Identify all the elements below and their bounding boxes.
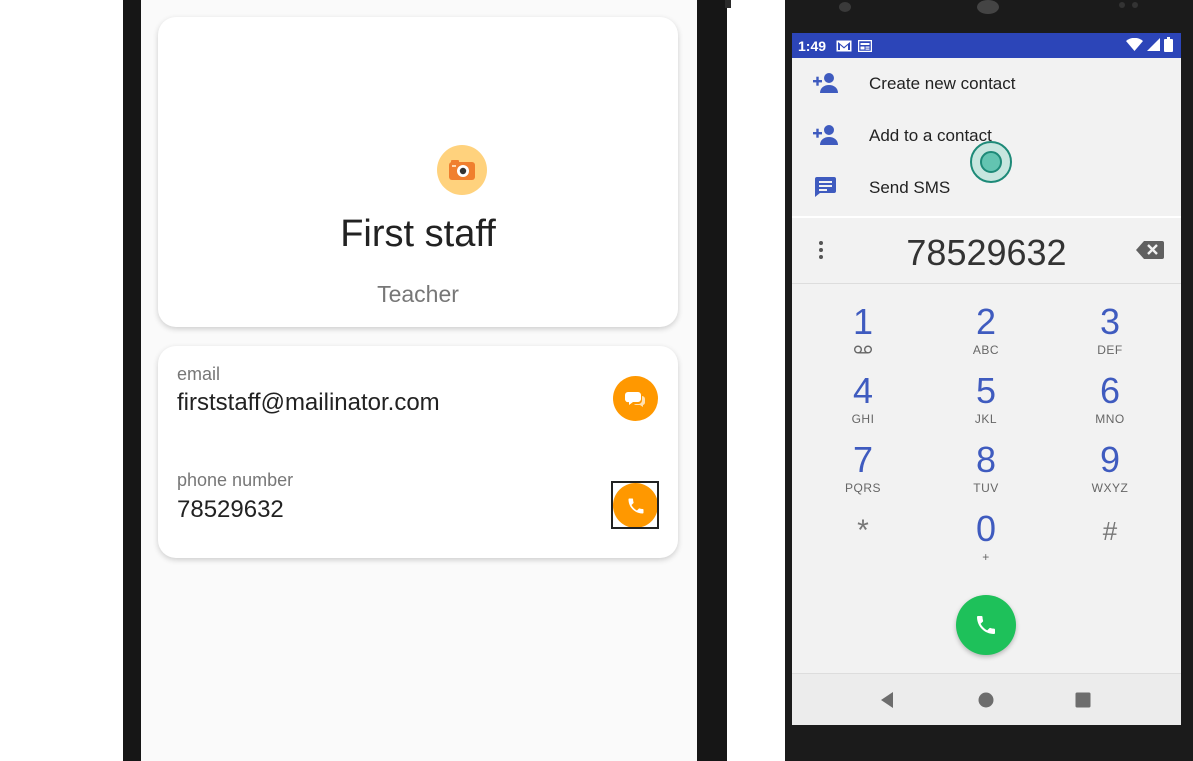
earpiece-speaker [977, 0, 999, 14]
battery-icon [1164, 37, 1173, 52]
recents-icon[interactable] [1073, 690, 1093, 710]
touch-indicator [970, 141, 1012, 183]
key-9[interactable]: 9 WXYZ [1055, 441, 1165, 507]
staff-profile-screen: First staff Teacher email firststaff@mai… [141, 0, 697, 761]
key-letters: + [982, 550, 990, 564]
status-bar: 1:49 [792, 33, 1181, 58]
key-8[interactable]: 8 TUV [931, 441, 1041, 507]
key-digit: 6 [1099, 370, 1121, 411]
profile-card: First staff Teacher [158, 17, 678, 327]
phone-label: phone number [177, 470, 294, 490]
left-phone-frame: First staff Teacher email firststaff@mai… [123, 0, 731, 761]
key-7[interactable]: 7 PQRS [808, 441, 918, 507]
backspace-icon[interactable] [1136, 240, 1164, 260]
phone-side-button [725, 0, 731, 8]
suggestion-label: Add to a contact [869, 126, 992, 145]
key-5[interactable]: 5 JKL [931, 372, 1041, 438]
key-2[interactable]: 2 ABC [931, 303, 1041, 369]
key-letters: PQRS [844, 481, 881, 495]
back-icon[interactable] [877, 690, 897, 710]
suggestion-label: Create new contact [869, 74, 1016, 93]
key-digit: 2 [975, 301, 997, 342]
key-0[interactable]: 0 + [931, 510, 1041, 576]
key-letters: GHI [851, 412, 875, 426]
email-value: firststaff@mailinator.com [177, 389, 440, 416]
key-digit: 9 [1099, 439, 1121, 480]
key-letters: MNO [1095, 412, 1125, 426]
key-digit: 3 [1099, 301, 1121, 342]
camera-icon [449, 160, 475, 180]
signal-icon [1147, 38, 1160, 51]
right-phone-frame: 1:49 Create new contact Add to a contact… [785, 0, 1193, 761]
profile-role: Teacher [377, 281, 459, 307]
suggestion-label: Send SMS [869, 178, 951, 197]
key-letters: JKL [974, 412, 998, 426]
email-message-button[interactable] [613, 376, 658, 421]
key-digit: 7 [852, 439, 874, 480]
key-letters: DEF [1097, 343, 1123, 357]
dialer-suggestions-list: Create new contact Add to a contact Send… [792, 58, 1181, 216]
status-icons [1126, 37, 1173, 52]
dialed-number-row: 78529632 [792, 218, 1181, 284]
home-icon[interactable] [976, 690, 996, 710]
key-letters: TUV [973, 481, 999, 495]
selection-highlight-box [611, 481, 659, 529]
add-person-icon [813, 125, 838, 145]
key-3[interactable]: 3 DEF [1055, 303, 1165, 369]
screenshot-stage: First staff Teacher email firststaff@mai… [0, 0, 1193, 761]
add-person-icon [813, 73, 838, 93]
contact-card: email firststaff@mailinator.com phone nu… [158, 346, 678, 558]
email-label: email [177, 364, 221, 384]
wifi-icon [1126, 38, 1143, 51]
key-6[interactable]: 6 MNO [1055, 372, 1165, 438]
key-digit: 0 [975, 508, 997, 549]
voicemail-icon [854, 345, 872, 354]
key-digit: * [857, 514, 869, 547]
news-icon [858, 39, 873, 52]
avatar[interactable] [437, 145, 487, 195]
key-letters: ABC [972, 343, 1000, 357]
key-digit: 4 [852, 370, 874, 411]
proximity-sensor [1119, 2, 1125, 8]
key-digit: 1 [852, 301, 874, 342]
phone-icon [977, 616, 995, 634]
key-1[interactable]: 1 [808, 303, 918, 369]
dialed-number[interactable]: 78529632 [792, 232, 1181, 274]
key-4[interactable]: 4 GHI [808, 372, 918, 438]
status-time: 1:49 [798, 37, 827, 54]
android-nav-bar [792, 673, 1181, 725]
touch-indicator-center [980, 151, 1002, 173]
front-camera [839, 2, 851, 12]
light-sensor [1132, 2, 1138, 8]
key-hash[interactable]: # [1055, 512, 1165, 578]
key-digit: 8 [975, 439, 997, 480]
phone-value: 78529632 [177, 496, 284, 523]
profile-name: First staff [340, 213, 496, 255]
key-digit: 5 [975, 370, 997, 411]
dialer-screen: 1:49 Create new contact Add to a contact… [792, 33, 1181, 725]
dial-call-button[interactable] [956, 595, 1016, 655]
message-icon [624, 391, 645, 407]
suggestion-create-new-contact[interactable]: Create new contact [792, 58, 1181, 110]
key-digit: # [1102, 516, 1118, 546]
key-star[interactable]: * [808, 512, 918, 578]
gmail-icon [836, 40, 852, 51]
sms-icon [815, 177, 836, 197]
key-letters: WXYZ [1091, 481, 1129, 495]
